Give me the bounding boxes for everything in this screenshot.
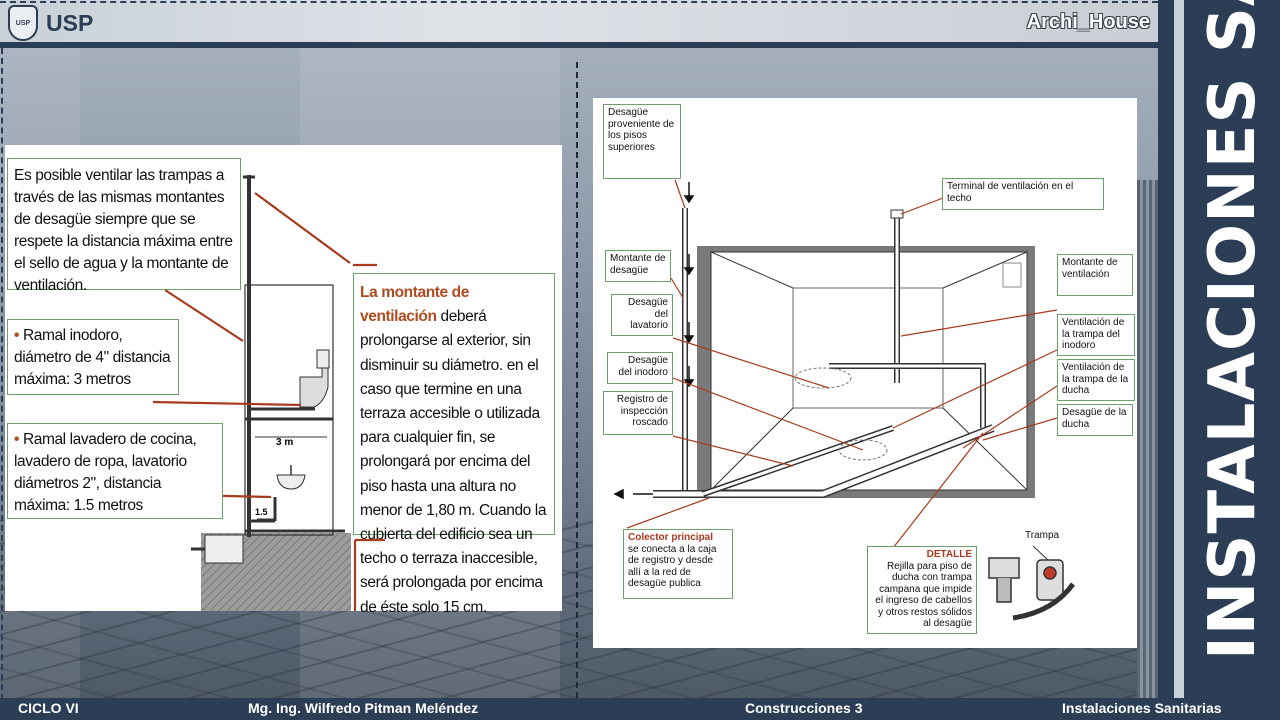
brand-title: Archi_House: [1026, 11, 1150, 33]
label-detalle-rejilla: DETALLE Rejilla para piso de ducha con t…: [867, 546, 977, 634]
label-desague-ducha: Desagüe de la ducha: [1057, 404, 1133, 436]
bathroom-plumbing-diagram: Desagüe proveniente de los pisos superio…: [593, 98, 1137, 648]
label-ventilacion-trampa-ducha: Ventilación de la trampa de la ducha: [1057, 359, 1135, 401]
vertical-title: INSTALACIONES SANITARIAS: [1196, 0, 1270, 660]
label-desague-pisos-superiores: Desagüe proveniente de los pisos superio…: [603, 104, 681, 179]
note-ramal-lavadero: • Ramal lavadero de cocina, lavadero de …: [7, 423, 223, 519]
label-trampa: Trampa: [1025, 530, 1060, 541]
label-montante-desague: Montante de desagüe: [605, 250, 671, 282]
slide-footer: CICLO VI Mg. Ing. Wilfredo Pitman Melénd…: [0, 698, 1280, 720]
label-colector-principal: Colector principal se conecta a la caja …: [623, 529, 733, 599]
note-montante-ventilacion: La montante de ventilación deberá prolon…: [353, 273, 555, 616]
usp-logo-icon: USP: [8, 5, 38, 41]
label-registro-inspeccion: Registro de inspección roscado: [603, 391, 673, 435]
ventilation-diagram: 3 m 1.5 Es posible ventilar las trampas …: [5, 145, 562, 616]
bullet: •: [14, 431, 23, 448]
background-strip: [1137, 180, 1160, 700]
logo-text: USP: [46, 10, 94, 36]
side-stripe-light: [1174, 0, 1184, 720]
footer-curso: Construcciones 3: [745, 700, 863, 716]
dim-3m-label: 3 m: [276, 437, 293, 448]
note-ventilar-trampas: Es posible ventilar las trampas a través…: [7, 158, 241, 294]
footer-ciclo: CICLO VI: [18, 700, 79, 716]
dim-15m-label: 1.5: [255, 507, 268, 517]
footer-tema: Instalaciones Sanitarias: [1062, 700, 1222, 716]
label-terminal-ventilacion-techo: Terminal de ventilación en el techo: [942, 178, 1104, 210]
bullet: •: [14, 327, 23, 344]
label-desague-lavatorio: Desagüe del lavatorio: [611, 294, 673, 336]
footer-docente: Mg. Ing. Wilfredo Pitman Meléndez: [248, 700, 479, 716]
label-desague-inodoro: Desagüe del inodoro: [607, 352, 673, 384]
side-stripe: [1158, 0, 1174, 720]
note-ramal-inodoro: • Ramal inodoro, diámetro de 4" distanci…: [7, 319, 179, 395]
dashed-border-left: [1, 48, 3, 700]
slide-header: USP USP Archi_House: [0, 0, 1158, 48]
dashed-divider: [576, 62, 578, 698]
label-ventilacion-trampa-inodoro: Ventilación de la trampa del inodoro: [1057, 314, 1135, 356]
dashed-border-top: [0, 1, 1158, 3]
label-montante-ventilacion: Montante de ventilación: [1057, 254, 1133, 296]
